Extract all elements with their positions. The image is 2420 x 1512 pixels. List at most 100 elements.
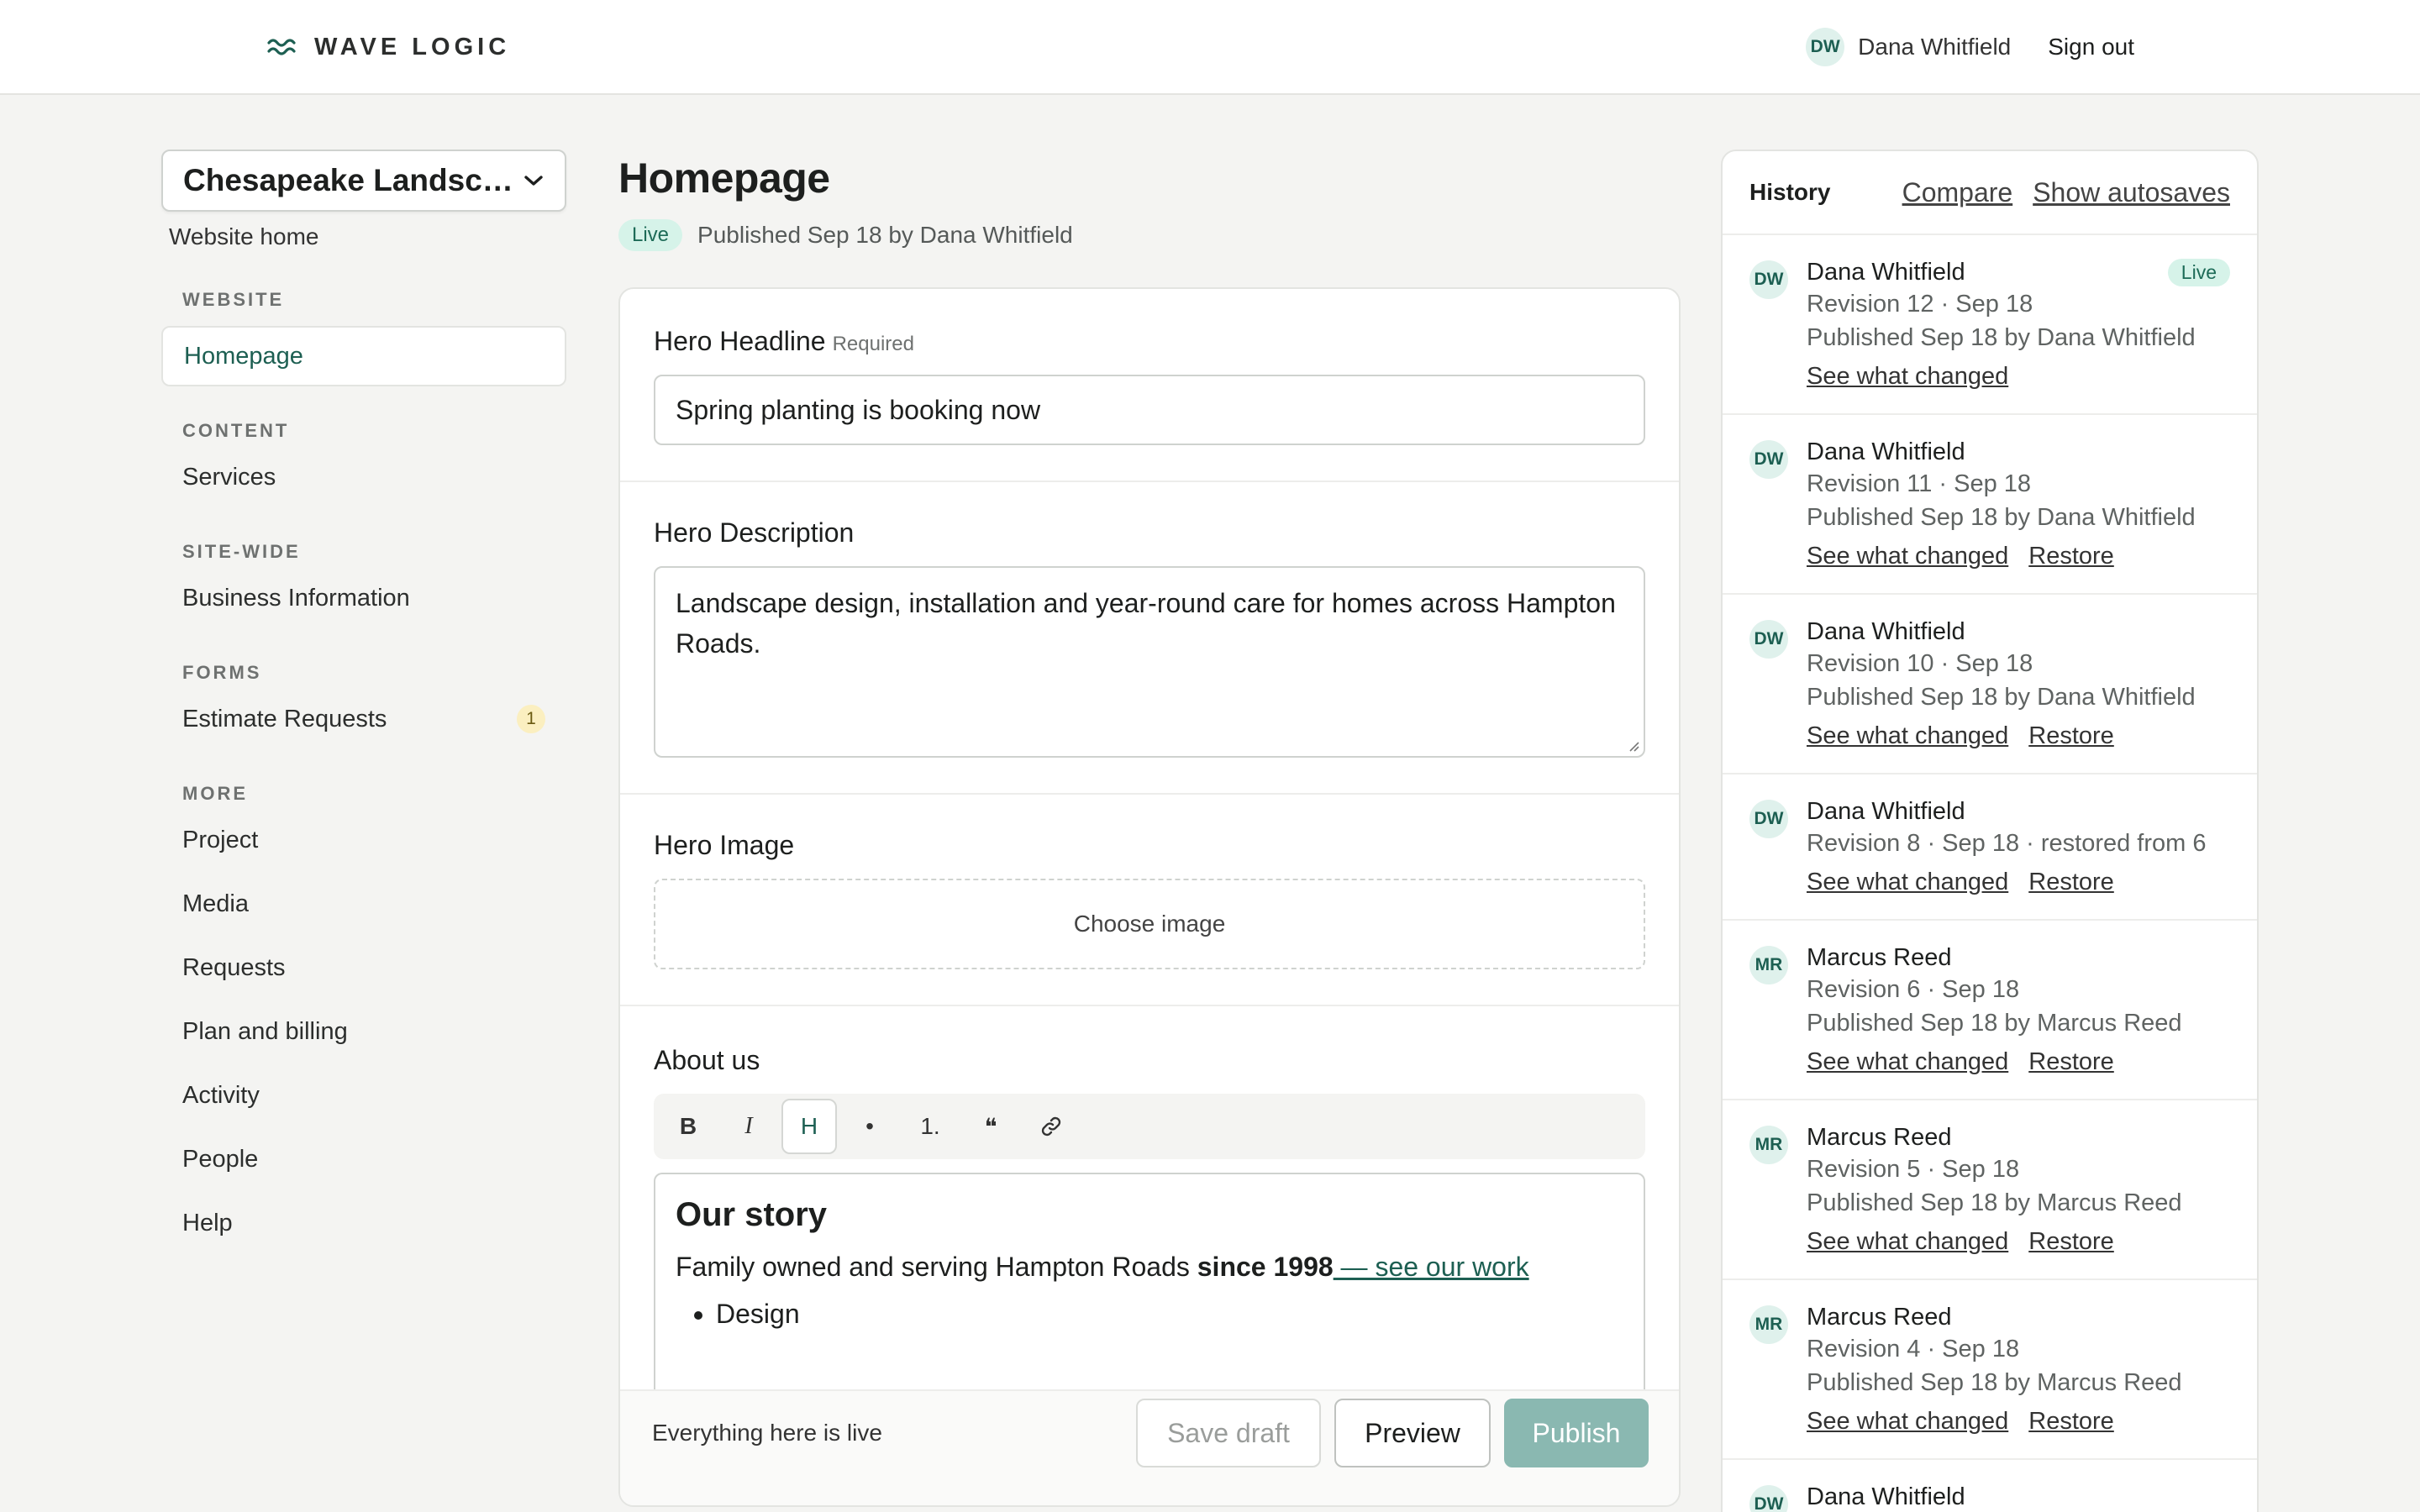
avatar: MR xyxy=(1749,1305,1788,1344)
chevron-down-icon xyxy=(524,176,543,186)
list-item: Design xyxy=(716,1295,1623,1332)
rich-text-toolbar: B I H • 1. ❝ xyxy=(654,1094,1645,1159)
see-what-changed-link[interactable]: See what changed xyxy=(1807,1228,2008,1256)
revision-author: Dana Whitfield xyxy=(1807,1483,1965,1510)
restore-link[interactable]: Restore xyxy=(2028,722,2114,750)
revision-published: Published Sep 18 by Dana Whitfield xyxy=(1807,504,2196,531)
sidebar: Chesapeake Landscapi... Website home WEB… xyxy=(161,150,566,1253)
revision-author: Dana Whitfield xyxy=(1807,797,1965,825)
see-our-work-link[interactable]: — see our work xyxy=(1334,1252,1529,1282)
avatar: DW xyxy=(1749,440,1788,479)
see-what-changed-link[interactable]: See what changed xyxy=(1807,1048,2008,1076)
sidebar-item-homepage[interactable]: Homepage xyxy=(161,326,566,386)
revision-item: DW Dana Whitfield Revision 10 · Sep 18 P… xyxy=(1723,595,2257,774)
compare-link[interactable]: Compare xyxy=(1902,177,2013,208)
preview-button[interactable]: Preview xyxy=(1334,1399,1491,1467)
nav-heading: SITE-WIDE xyxy=(182,541,301,562)
see-what-changed-link[interactable]: See what changed xyxy=(1807,1408,2008,1436)
page-title: Homepage xyxy=(618,155,830,202)
restore-link[interactable]: Restore xyxy=(2028,1408,2114,1436)
revision-meta: Revision 5 · Sep 18 xyxy=(1807,1156,2020,1183)
avatar: DW xyxy=(1749,260,1788,299)
hero-image-label: Hero Image xyxy=(654,830,795,860)
published-text: Published Sep 18 by Dana Whitfield xyxy=(697,222,1073,248)
sidebar-item-estimate-requests[interactable]: Estimate Requests 1 xyxy=(161,689,566,749)
nav-heading: CONTENT xyxy=(182,420,290,441)
restore-link[interactable]: Restore xyxy=(2028,1048,2114,1076)
avatar[interactable]: DW xyxy=(1806,28,1845,66)
revision-author: Marcus Reed xyxy=(1807,1123,1952,1151)
site-select-value: Chesapeake Landscapi... xyxy=(183,163,514,197)
top-bar: WAVE LOGIC DW Dana Whitfield Sign out xyxy=(0,0,2420,95)
revision-author: Dana Whitfield xyxy=(1807,617,1965,645)
revision-item: DW Dana Whitfield Live Revision 12 · Sep … xyxy=(1723,235,2257,415)
revision-item: DW Dana Whitfield Revision 8 · Sep 18 · … xyxy=(1723,774,2257,921)
italic-button[interactable]: I xyxy=(721,1099,776,1154)
restore-link[interactable]: Restore xyxy=(2028,1228,2114,1256)
hero-headline-field: Hero Headline Required Spring planting is… xyxy=(620,289,1679,482)
quote-button[interactable]: ❝ xyxy=(963,1099,1018,1154)
field-label: Hero Headline Required xyxy=(654,324,1645,358)
sidebar-item-business-information[interactable]: Business Information xyxy=(161,568,566,628)
required-tag: Required xyxy=(832,333,914,355)
sidebar-item-label: Activity xyxy=(182,1081,260,1109)
about-us-label: About us xyxy=(654,1045,760,1075)
hero-image-field: Hero Image Choose image xyxy=(620,795,1679,1006)
sign-out-link[interactable]: Sign out xyxy=(2048,34,2134,60)
editor-list: Design xyxy=(676,1295,1623,1332)
heading-button[interactable]: H xyxy=(781,1099,837,1154)
revision-published: Published Sep 18 by Marcus Reed xyxy=(1807,1369,2182,1396)
sidebar-item-project[interactable]: Project xyxy=(161,810,566,870)
sidebar-item-label: Business Information xyxy=(182,584,410,612)
revision-item: MR Marcus Reed Revision 4 · Sep 18 Publi… xyxy=(1723,1280,2257,1460)
revision-author: Dana Whitfield xyxy=(1807,438,1965,465)
sidebar-item-label: Services xyxy=(182,463,276,491)
see-what-changed-link[interactable]: See what changed xyxy=(1807,722,2008,750)
hero-description-textarea[interactable]: Landscape design, installation and year-… xyxy=(654,566,1645,758)
sidebar-item-label: Requests xyxy=(182,953,286,981)
nav-heading: WEBSITE xyxy=(182,289,285,310)
publish-status: Live Published Sep 18 by Dana Whitfield xyxy=(618,218,1681,252)
brand-name: WAVE LOGIC xyxy=(314,33,511,60)
sidebar-item-people[interactable]: People xyxy=(161,1129,566,1189)
user-name[interactable]: Dana Whitfield xyxy=(1858,34,2011,60)
editor-card: Hero Headline Required Spring planting is… xyxy=(618,287,1681,1507)
bold-button[interactable]: B xyxy=(660,1099,716,1154)
action-status: Everything here is live xyxy=(652,1420,882,1446)
restore-link[interactable]: Restore xyxy=(2028,543,2114,570)
revision-item: DW Dana Whitfield xyxy=(1723,1460,2257,1512)
link-button[interactable] xyxy=(1023,1099,1079,1154)
sidebar-item-activity[interactable]: Activity xyxy=(161,1065,566,1126)
choose-image-button[interactable]: Choose image xyxy=(654,879,1645,969)
sidebar-item-label: Plan and billing xyxy=(182,1017,348,1045)
brand[interactable]: WAVE LOGIC xyxy=(267,29,510,66)
publish-button[interactable]: Publish xyxy=(1504,1399,1649,1467)
numbered-list-button[interactable]: 1. xyxy=(902,1099,958,1154)
revision-meta: Revision 10 · Sep 18 xyxy=(1807,650,2033,677)
nav-heading: FORMS xyxy=(182,662,262,683)
nav-section-more: MORE Project Media Requests Plan and bil… xyxy=(161,781,566,1253)
hero-headline-label: Hero Headline xyxy=(654,326,826,356)
revision-author: Dana Whitfield xyxy=(1807,258,1965,286)
sidebar-item-services[interactable]: Services xyxy=(161,447,566,507)
see-what-changed-link[interactable]: See what changed xyxy=(1807,869,2008,896)
restore-link[interactable]: Restore xyxy=(2028,869,2114,896)
sidebar-item-plan-and-billing[interactable]: Plan and billing xyxy=(161,1001,566,1062)
count-badge: 1 xyxy=(517,705,545,733)
resize-grip-icon[interactable] xyxy=(1625,738,1640,753)
see-what-changed-link[interactable]: See what changed xyxy=(1807,363,2008,391)
sidebar-item-help[interactable]: Help xyxy=(161,1193,566,1253)
website-home-link[interactable]: Website home xyxy=(161,220,566,254)
hero-headline-input[interactable]: Spring planting is booking now xyxy=(654,375,1645,445)
see-what-changed-link[interactable]: See what changed xyxy=(1807,543,2008,570)
revision-meta: Revision 12 · Sep 18 xyxy=(1807,291,2033,318)
revision-published: Published Sep 18 by Marcus Reed xyxy=(1807,1189,2182,1216)
about-us-editor[interactable]: Our story Family owned and serving Hampt… xyxy=(654,1173,1645,1425)
save-draft-button[interactable]: Save draft xyxy=(1136,1399,1321,1467)
bullet-list-button[interactable]: • xyxy=(842,1099,897,1154)
paragraph-text: Family owned and serving Hampton Roads xyxy=(676,1252,1197,1282)
sidebar-item-requests[interactable]: Requests xyxy=(161,937,566,998)
show-autosaves-link[interactable]: Show autosaves xyxy=(2033,177,2230,208)
sidebar-item-media[interactable]: Media xyxy=(161,874,566,934)
site-select[interactable]: Chesapeake Landscapi... xyxy=(161,150,566,212)
